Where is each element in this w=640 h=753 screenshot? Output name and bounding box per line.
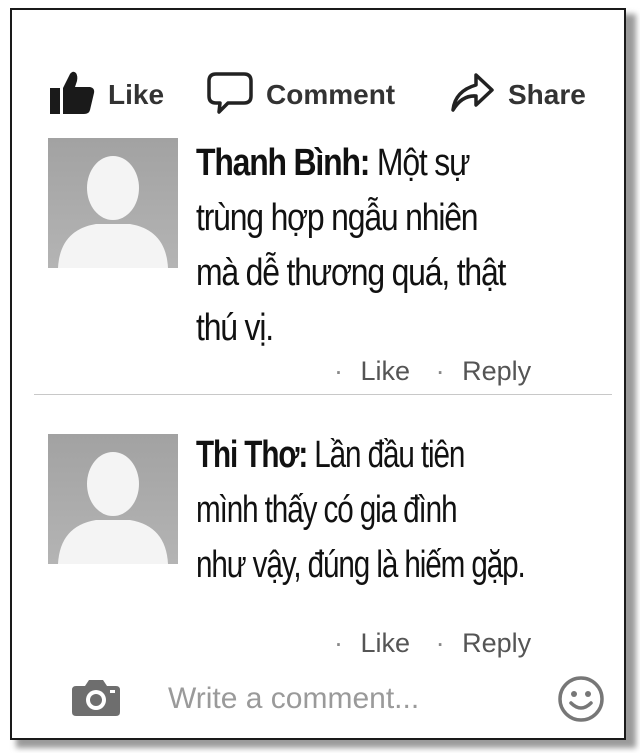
comment-body: Thanh Bình: Một sự trùng hợp ngẫu nhiên … [196,136,506,356]
post-comments-panel: Like Comment Share Thanh Bình: Một sự tr… [10,8,626,740]
share-arrow-icon [448,70,496,121]
default-user-icon [58,156,168,268]
default-user-icon [58,452,168,564]
separator-dot: · [435,628,445,658]
comment-like-link[interactable]: Like [361,356,411,386]
thumbs-up-icon [48,70,96,121]
post-action-bar: Like Comment Share [12,70,624,120]
share-button[interactable]: Share [448,70,586,120]
avatar[interactable] [48,138,178,268]
separator-dot: · [435,356,445,386]
comment-line: như vậy, đúng là hiếm gặp. [196,544,526,586]
share-label: Share [508,79,586,110]
comment-line: mình thấy có gia đình [196,489,458,531]
smiley-icon[interactable] [556,674,606,729]
comment-button[interactable]: Comment [206,70,395,120]
comment-body: Thi Thơ: Lần đầu tiên mình thấy có gia đ… [196,428,526,593]
camera-icon[interactable] [70,676,122,723]
divider [34,394,612,395]
comment-line: mà dễ thương quá, thật [196,252,506,294]
separator-dot: · [334,628,343,658]
comment-author[interactable]: Thanh Bình: [196,142,370,184]
comment-actions: · Like · Reply [324,628,531,659]
comment-composer [12,670,624,730]
avatar[interactable] [48,434,178,564]
comment-label: Comment [266,79,396,110]
comment-line: Một sự [369,142,471,184]
separator-dot: · [334,356,343,386]
comment-reply-link[interactable]: Reply [462,356,531,386]
comment-author[interactable]: Thi Thơ: [196,434,308,476]
comment-reply-link[interactable]: Reply [462,628,531,658]
comment-line: thú vị. [196,307,274,349]
like-label: Like [108,79,165,110]
comment-actions: · Like · Reply [324,356,531,387]
speech-bubble-icon [206,70,254,121]
comment-like-link[interactable]: Like [361,628,411,658]
comment-line: trùng hợp ngẫu nhiên [196,197,479,239]
like-button[interactable]: Like [48,70,164,120]
comment-line: Lần đầu tiên [307,434,465,476]
comment-input[interactable] [168,676,528,722]
